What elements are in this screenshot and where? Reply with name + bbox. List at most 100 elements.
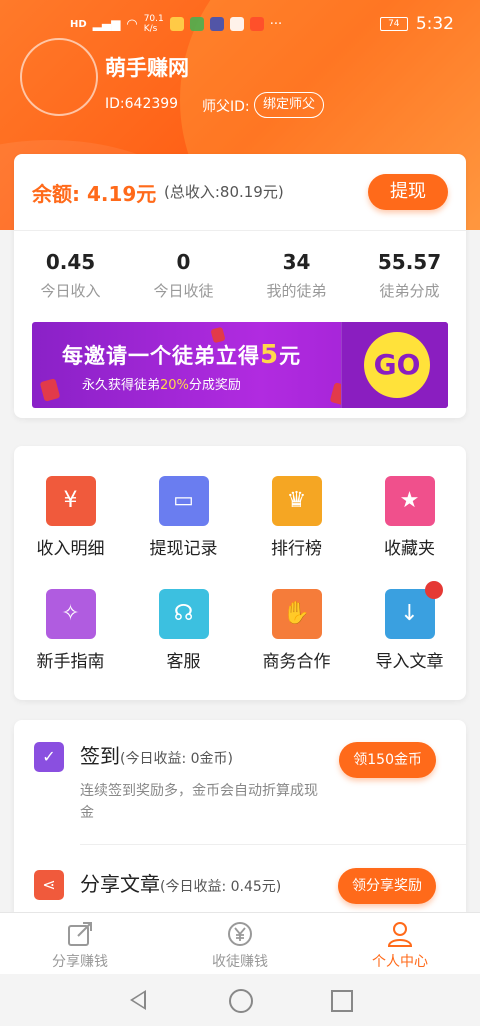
status-notification-icons: HD ▂▄▆ ◠ 70.1 K/s ···	[70, 14, 282, 34]
menu-item-withdraw-record[interactable]: ▭ 提现记录	[127, 476, 240, 559]
menu-label: 导入文章	[375, 652, 444, 672]
go-button[interactable]: GO	[364, 332, 430, 398]
yen-circle-icon	[227, 921, 253, 947]
menu-label: 商务合作	[262, 652, 331, 672]
menu-item-beginner-guide[interactable]: ✧ 新手指南	[14, 589, 127, 672]
recent-apps-icon[interactable]	[331, 990, 353, 1012]
tab-label: 个人中心	[372, 954, 428, 970]
app-title: 萌手赚网	[105, 56, 189, 80]
stat-label: 徒弟分成	[379, 282, 440, 300]
bind-master-button[interactable]: 绑定师父	[254, 92, 325, 118]
ledger-icon: ¥	[45, 476, 96, 526]
claim-signin-button[interactable]: 领150金币	[339, 742, 436, 778]
feature-grid: ¥ 收入明细 ▭ 提现记录 ♛ 排行榜 ★ 收藏夹 ✧ 新手指南 ☊ 客服 ✋ …	[14, 476, 466, 672]
more-icon: ···	[269, 16, 283, 32]
stat-value: 55.57	[377, 250, 442, 274]
stat-label: 今日收徒	[153, 282, 214, 300]
wechat-icon	[229, 17, 244, 31]
menu-label: 收藏夹	[384, 539, 435, 559]
withdraw-button[interactable]: 提现	[368, 174, 448, 210]
red-envelope-icon	[39, 378, 61, 402]
menu-item-favorites[interactable]: ★ 收藏夹	[353, 476, 466, 559]
master-id-label: 师父ID:	[202, 99, 250, 115]
stat-label: 我的徒弟	[266, 282, 327, 300]
stat-value: 0	[176, 250, 191, 274]
hd-icon: HD	[70, 18, 87, 30]
menu-label: 收入明细	[36, 539, 105, 559]
divider	[80, 844, 466, 845]
person-icon	[387, 921, 413, 947]
menu-item-customer-service[interactable]: ☊ 客服	[127, 589, 240, 672]
system-nav-bar	[0, 974, 480, 1026]
tab-label: 收徒赚钱	[212, 954, 268, 970]
invite-banner[interactable]: 每邀请一个徒弟立得5元 永久获得徒弟20%分成奖励 GO	[32, 322, 448, 408]
stat-today-income[interactable]: 0.45 今日收入	[14, 250, 127, 301]
app-notification-icon	[209, 17, 224, 31]
clock: 5:32	[415, 14, 454, 34]
menu-item-business[interactable]: ✋ 商务合作	[240, 589, 353, 672]
share-out-icon	[67, 921, 93, 947]
tasks-card: ✓ 签到(今日收益: 0金币) 连续签到奖励多，金币会自动折算成现金 领150金…	[14, 720, 466, 920]
star-icon: ★	[384, 476, 435, 526]
headset-icon: ☊	[158, 589, 209, 639]
task-earnings: (今日收益: 0.45元)	[160, 879, 282, 895]
feature-menu-card: ¥ 收入明细 ▭ 提现记录 ♛ 排行榜 ★ 收藏夹 ✧ 新手指南 ☊ 客服 ✋ …	[14, 446, 466, 700]
hot-badge-icon	[424, 581, 443, 599]
back-icon[interactable]	[130, 990, 146, 1010]
network-speed: 70.1 K/s	[143, 14, 164, 34]
banner-title-unit: 元	[279, 344, 302, 368]
menu-item-income-detail[interactable]: ¥ 收入明细	[14, 476, 127, 559]
tab-personal-center[interactable]: 个人中心	[320, 913, 480, 975]
import-doc-icon: ↓	[384, 581, 443, 639]
app-notification-icon	[169, 17, 184, 31]
task-title: 分享文章(今日收益: 0.45元)	[80, 868, 281, 897]
banner-sub-text: 分成奖励	[188, 378, 241, 393]
menu-item-leaderboard[interactable]: ♛ 排行榜	[240, 476, 353, 559]
stat-value: 0.45	[45, 250, 96, 274]
banner-title: 每邀请一个徒弟立得5元	[62, 340, 301, 370]
share-icon: ⋖	[34, 870, 64, 900]
menu-label: 排行榜	[271, 539, 322, 559]
tab-recruit-earn[interactable]: 收徒赚钱	[160, 913, 320, 975]
tab-label: 分享赚钱	[52, 954, 108, 970]
divider	[14, 230, 466, 231]
menu-label: 提现记录	[149, 539, 218, 559]
banner-sub-percent: 20%	[160, 378, 189, 393]
status-right: 74 5:32	[379, 14, 454, 34]
wifi-icon: ◠	[126, 16, 138, 32]
menu-label: 客服	[166, 652, 201, 672]
battery-icon: 74	[379, 17, 408, 31]
task-title: 签到(今日收益: 0金币)	[80, 740, 233, 769]
calendar-icon: ✓	[34, 742, 64, 772]
tab-share-earn[interactable]: 分享赚钱	[0, 913, 160, 975]
menu-item-import-article[interactable]: ↓ 导入文章	[353, 581, 466, 672]
avatar[interactable]	[20, 38, 98, 116]
stat-label: 今日收入	[40, 282, 101, 300]
task-title-text: 签到	[80, 744, 120, 768]
home-icon[interactable]	[229, 989, 253, 1013]
banner-sub-text: 永久获得徒弟	[82, 378, 161, 393]
bottom-tab-bar: 分享赚钱 收徒赚钱 个人中心	[0, 912, 480, 975]
balance-amount: 余额: 4.19元	[32, 182, 157, 206]
app-notification-icon	[249, 17, 264, 31]
stat-value: 34	[282, 250, 311, 274]
app-notification-icon	[189, 17, 204, 31]
total-income: (总收入:80.19元)	[164, 183, 284, 201]
banner-subtitle: 永久获得徒弟20%分成奖励	[82, 374, 241, 393]
stat-today-apprentices[interactable]: 0 今日收徒	[127, 250, 240, 301]
stats-row: 0.45 今日收入 0 今日收徒 34 我的徒弟 55.57 徒弟分成	[14, 250, 466, 301]
menu-label: 新手指南	[36, 652, 105, 672]
claim-share-reward-button[interactable]: 领分享奖励	[338, 868, 436, 904]
handshake-icon: ✋	[271, 589, 322, 639]
signal-icon: ▂▄▆	[92, 17, 121, 31]
stat-my-apprentices[interactable]: 34 我的徒弟	[240, 250, 353, 301]
compass-icon: ✧	[45, 589, 96, 639]
wallet-icon: ▭	[158, 476, 209, 526]
task-title-text: 分享文章	[80, 872, 160, 896]
task-description: 连续签到奖励多，金币会自动折算成现金	[80, 783, 318, 821]
stat-apprentice-share[interactable]: 55.57 徒弟分成	[353, 250, 466, 301]
balance-card: 余额: 4.19元 (总收入:80.19元) 提现 0.45 今日收入 0 今日…	[14, 154, 466, 418]
task-earnings: (今日收益: 0金币)	[120, 751, 233, 767]
user-id: ID:642399	[105, 96, 179, 112]
trophy-icon: ♛	[271, 476, 322, 526]
